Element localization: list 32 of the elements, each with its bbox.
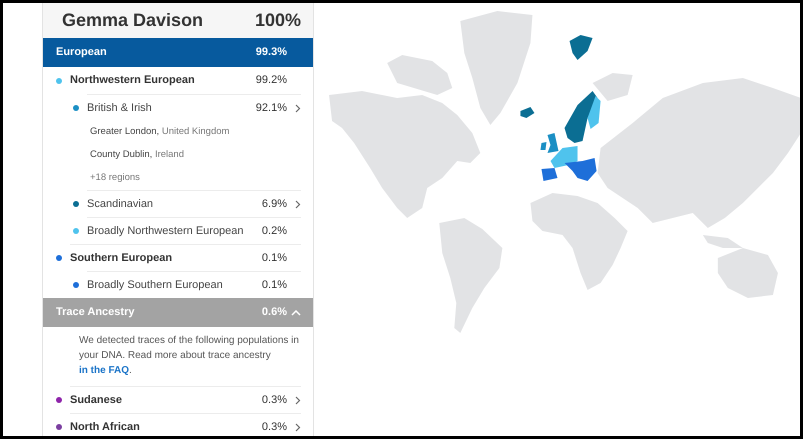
- chevron-right-icon[interactable]: [295, 200, 301, 208]
- population-name[interactable]: British & Irish: [87, 100, 256, 116]
- group-percent: 99.3%: [256, 45, 287, 60]
- population-name: Broadly Northwestern European: [87, 224, 245, 239]
- group-percent: 0.6%: [262, 305, 287, 320]
- population-percent: 0.1%: [262, 250, 287, 266]
- chevron-right-icon[interactable]: [295, 422, 301, 432]
- population-name[interactable]: Sudanese: [70, 392, 262, 408]
- group-label: Trace Ancestry: [56, 305, 136, 320]
- population-name: Northwestern European: [70, 73, 196, 88]
- population-percent: 0.1%: [262, 278, 287, 293]
- population-percent: 0.3%: [262, 420, 287, 435]
- population-name: Broadly Southern European: [87, 278, 224, 293]
- population-percent: 92.1%: [256, 100, 287, 116]
- faq-link[interactable]: in the FAQ: [79, 365, 129, 376]
- region-text[interactable]: Greater London, United Kingdom: [90, 125, 230, 140]
- population-percent: 99.2%: [256, 73, 287, 88]
- population-percent: 6.9%: [262, 196, 287, 212]
- more-regions-link[interactable]: +18 regions: [90, 171, 140, 186]
- population-name[interactable]: Scandinavian: [87, 196, 262, 212]
- region-text[interactable]: County Dublin, Ireland: [90, 148, 184, 163]
- chevron-right-icon[interactable]: [295, 104, 301, 112]
- population-percent: 0.2%: [262, 224, 287, 239]
- chevron-right-icon[interactable]: [295, 396, 301, 404]
- trace-description: We detected traces of the following populations in your DNA. Read more about trace ancestry in the FAQ.: [79, 334, 299, 378]
- population-name: Southern European: [70, 250, 174, 266]
- group-header[interactable]: European 99.3%: [43, 38, 313, 67]
- profile-name: Gemma Davison: [62, 9, 204, 32]
- total-percent: 100%: [254, 9, 301, 32]
- group-label: European: [56, 45, 108, 60]
- population-percent: 0.3%: [262, 392, 287, 408]
- population-name[interactable]: North African: [70, 418, 262, 436]
